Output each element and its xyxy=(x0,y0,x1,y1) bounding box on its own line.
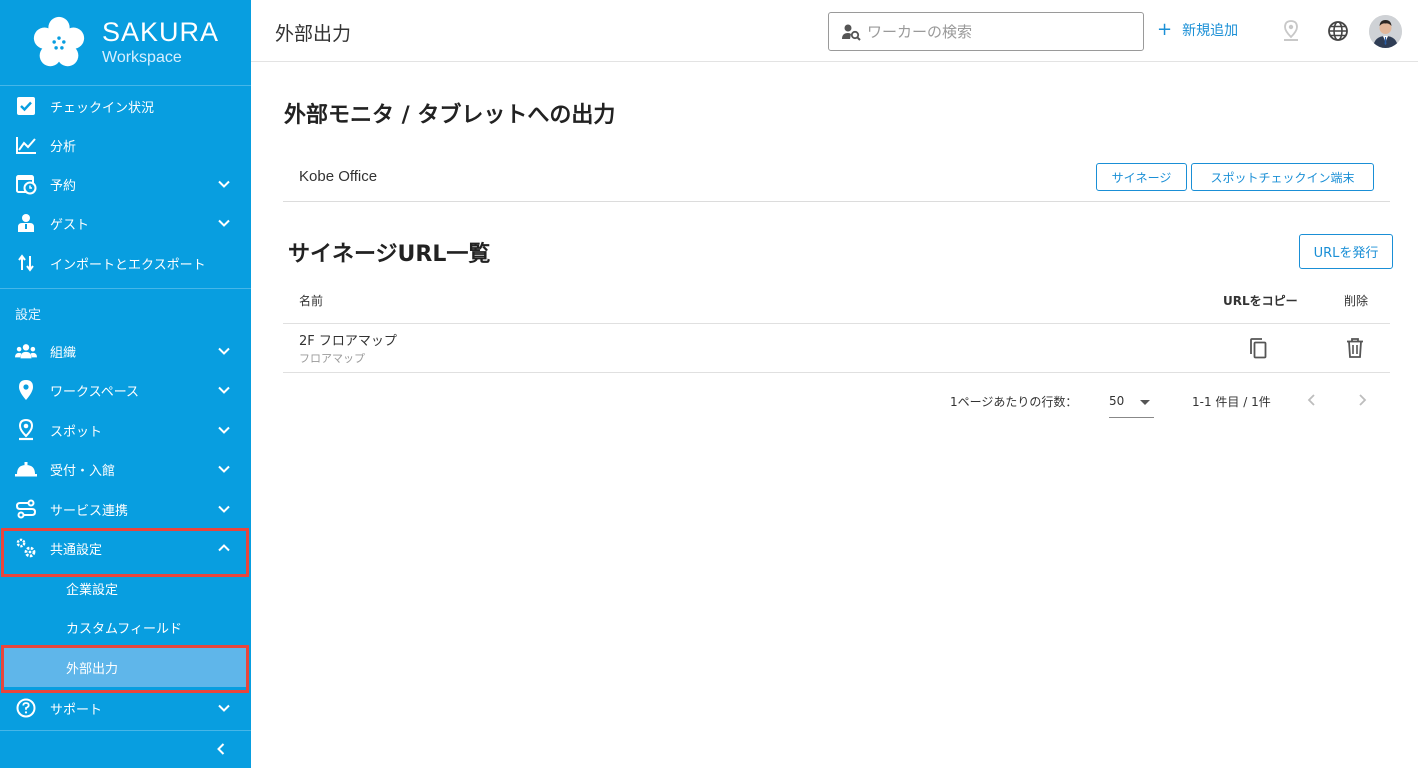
highlight-box-external-output xyxy=(1,645,249,693)
add-new-label: 新規追加 xyxy=(1182,23,1239,39)
plus-icon: + xyxy=(1157,19,1173,40)
top-header: 外部出力 + 新規追加 xyxy=(251,0,1418,62)
user-search-icon xyxy=(842,24,861,41)
sidebar-item-label: スポット xyxy=(50,424,103,440)
trash-icon[interactable] xyxy=(1345,337,1365,359)
avatar-image xyxy=(1369,15,1402,48)
chevron-down-icon xyxy=(218,426,230,434)
table-header: 名前 URLをコピー 削除 xyxy=(283,280,1390,324)
map-pin-icon[interactable] xyxy=(1281,20,1301,42)
search-input[interactable] xyxy=(867,19,1137,45)
sidebar-item-organization[interactable]: 組織 xyxy=(0,331,251,371)
sidebar-item-label: チェックイン状況 xyxy=(50,100,155,116)
sidebar-item-label: インポートとエクスポート xyxy=(50,257,206,273)
rows-per-page-select[interactable]: 50 xyxy=(1109,388,1154,418)
people-icon xyxy=(15,340,37,362)
sidebar-item-label: サポート xyxy=(50,702,103,718)
sidebar-item-import-export[interactable]: インポートとエクスポート xyxy=(0,243,251,283)
reception-bell-icon xyxy=(15,458,37,480)
column-header-name: 名前 xyxy=(299,294,324,308)
chevron-down-icon xyxy=(218,386,230,394)
guest-icon xyxy=(15,212,37,234)
signage-url-list-title: サイネージURL一覧 xyxy=(288,242,491,267)
section-title-external-output: 外部モニタ / タブレットへの出力 xyxy=(284,103,616,128)
integration-icon xyxy=(15,498,37,520)
column-header-copy-url: URLをコピー xyxy=(1223,294,1298,308)
sidebar-item-analytics[interactable]: 分析 xyxy=(0,125,251,165)
table-row: 2F フロアマップ フロアマップ xyxy=(283,324,1390,373)
office-name: Kobe Office xyxy=(299,168,378,185)
spot-pin-icon xyxy=(15,419,37,441)
column-header-delete: 削除 xyxy=(1344,294,1369,308)
user-avatar[interactable] xyxy=(1369,15,1402,48)
chevron-down-icon xyxy=(218,505,230,513)
rows-per-page-value: 50 xyxy=(1109,394,1125,408)
sidebar-item-label: ワークスペース xyxy=(50,384,140,400)
brand-sub: Workspace xyxy=(102,49,182,66)
sidebar-subitem-label: カスタムフィールド xyxy=(66,621,182,637)
copy-icon[interactable] xyxy=(1247,337,1269,359)
chevron-down-icon xyxy=(218,347,230,355)
chevron-down-icon xyxy=(218,704,230,712)
sidebar-divider xyxy=(0,288,251,289)
row-name: 2F フロアマップ xyxy=(299,334,397,349)
sidebar-item-label: 受付・入館 xyxy=(50,463,116,479)
import-export-icon xyxy=(15,252,37,274)
page-title: 外部出力 xyxy=(275,23,352,45)
help-circle-icon xyxy=(15,697,37,719)
signage-button[interactable]: サイネージ xyxy=(1096,163,1187,191)
chevron-down-icon xyxy=(218,180,230,188)
sidebar-item-label: ゲスト xyxy=(50,217,90,233)
checkbox-icon xyxy=(15,95,37,117)
settings-section-title: 設定 xyxy=(15,308,42,323)
location-pin-icon xyxy=(15,379,37,401)
brand-name: SAKURA xyxy=(102,17,220,47)
sidebar-item-label: 予約 xyxy=(50,178,77,194)
sidebar-item-checkin-status[interactable]: チェックイン状況 xyxy=(0,86,251,126)
sidebar-item-reception[interactable]: 受付・入館 xyxy=(0,449,251,489)
chevron-down-icon xyxy=(218,219,230,227)
highlight-box-common-settings xyxy=(1,528,249,577)
issue-url-button[interactable]: URLを発行 xyxy=(1299,234,1393,269)
chevron-right-icon[interactable] xyxy=(1355,392,1369,408)
globe-icon[interactable] xyxy=(1327,20,1349,42)
rows-per-page-label: 1ページあたりの行数： xyxy=(950,395,1078,409)
chevron-left-icon[interactable] xyxy=(1305,392,1319,408)
chevron-down-icon xyxy=(218,465,230,473)
sidebar-item-label: サービス連携 xyxy=(50,503,129,519)
sidebar-item-guests[interactable]: ゲスト xyxy=(0,203,251,243)
sidebar-item-spot[interactable]: スポット xyxy=(0,410,251,450)
caret-down-icon xyxy=(1140,400,1150,405)
sidebar-item-support[interactable]: サポート xyxy=(0,688,251,728)
sakura-logo-icon xyxy=(33,16,85,66)
worker-search[interactable] xyxy=(828,12,1144,51)
row-subtitle: フロアマップ xyxy=(299,352,365,365)
sidebar-item-reservations[interactable]: 予約 xyxy=(0,164,251,204)
sidebar-collapse-button[interactable] xyxy=(0,730,251,768)
chevron-left-icon xyxy=(217,743,225,755)
sidebar-subitem-custom-fields[interactable]: カスタムフィールド xyxy=(0,607,251,647)
spot-checkin-terminal-button[interactable]: スポットチェックイン端末 xyxy=(1191,163,1374,191)
office-row: Kobe Office サイネージ スポットチェックイン端末 xyxy=(283,152,1390,202)
add-new-button[interactable]: + 新規追加 xyxy=(1157,20,1238,40)
sidebar-subitem-label: 企業設定 xyxy=(66,582,119,598)
calendar-clock-icon xyxy=(15,173,37,195)
chart-line-icon xyxy=(15,134,37,156)
brand-logo[interactable]: SAKURA Workspace xyxy=(0,0,251,86)
sidebar-item-label: 分析 xyxy=(50,139,77,155)
pagination-range: 1-1 件目 / 1件 xyxy=(1192,395,1271,409)
pagination: 1ページあたりの行数： 50 1-1 件目 / 1件 xyxy=(283,380,1390,424)
sidebar-item-integrations[interactable]: サービス連携 xyxy=(0,489,251,529)
sidebar-item-workspace[interactable]: ワークスペース xyxy=(0,370,251,410)
sidebar: SAKURA Workspace チェックイン状況 分析 予約 ゲスト インポー xyxy=(0,0,251,768)
sidebar-item-label: 組織 xyxy=(50,345,77,361)
